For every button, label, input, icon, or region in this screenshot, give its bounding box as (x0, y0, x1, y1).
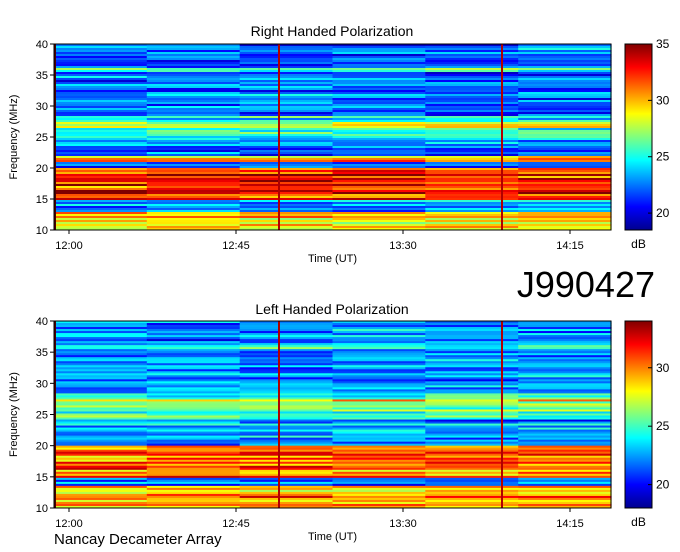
x-tick-label: 14:15 (556, 518, 584, 530)
y-tick-label: 30 (36, 378, 48, 390)
colorbar-tick-label: 25 (656, 150, 670, 164)
colorbar (624, 43, 653, 231)
y-tick-label: 40 (36, 316, 48, 328)
colorbar (624, 320, 653, 509)
y-tick-label: 35 (36, 70, 48, 82)
heatmap (54, 44, 612, 231)
chart-title: Left Handed Polarization (255, 301, 408, 317)
x-tick-label: 12:00 (55, 240, 83, 252)
chart-title: Right Handed Polarization (251, 23, 414, 39)
colorbar-label: dB (631, 237, 646, 251)
x-tick-label: 13:30 (389, 518, 417, 530)
left-polarization-panel: Left Handed Polarization 10 15 20 25 30 35 40 1… (8, 301, 670, 543)
y-tick-label: 20 (36, 441, 48, 453)
colorbar-tick-label: 25 (656, 419, 670, 433)
instrument-footer: Nancay Decameter Array (54, 531, 222, 548)
dataset-id: J990427 (517, 264, 655, 305)
y-tick-label: 15 (36, 194, 48, 206)
y-axis-label: Frequency (MHz) (8, 372, 20, 457)
heatmap (54, 321, 612, 509)
colorbar-tick-label: 30 (656, 93, 670, 107)
y-axis-label: Frequency (MHz) (8, 95, 20, 180)
colorbar-tick-label: 20 (656, 206, 670, 220)
right-polarization-panel: Right Handed Polarization 10 15 20 25 30 35 40… (8, 23, 670, 265)
spectrogram-figure: Right Handed Polarization 10 15 20 25 30 35 40… (8, 23, 670, 548)
y-tick-label: 30 (36, 101, 48, 113)
x-tick-label: 12:45 (222, 240, 250, 252)
y-tick-label: 25 (36, 132, 48, 144)
y-tick-label: 15 (36, 472, 48, 484)
y-tick-label: 40 (36, 39, 48, 51)
colorbar-tick-label: 35 (656, 37, 670, 51)
colorbar-tick-label: 30 (656, 361, 670, 375)
y-tick-label: 10 (36, 503, 48, 515)
y-tick-label: 10 (36, 225, 48, 237)
x-axis-label: Time (UT) (308, 531, 357, 543)
y-tick-label: 20 (36, 163, 48, 175)
x-tick-label: 12:00 (55, 518, 83, 530)
x-tick-label: 13:30 (389, 240, 417, 252)
x-tick-label: 12:45 (222, 518, 250, 530)
x-axis-label: Time (UT) (308, 253, 357, 265)
y-tick-label: 35 (36, 347, 48, 359)
colorbar-tick-label: 20 (656, 478, 670, 492)
colorbar-label: dB (631, 515, 646, 529)
y-tick-label: 25 (36, 410, 48, 422)
x-tick-label: 14:15 (556, 240, 584, 252)
